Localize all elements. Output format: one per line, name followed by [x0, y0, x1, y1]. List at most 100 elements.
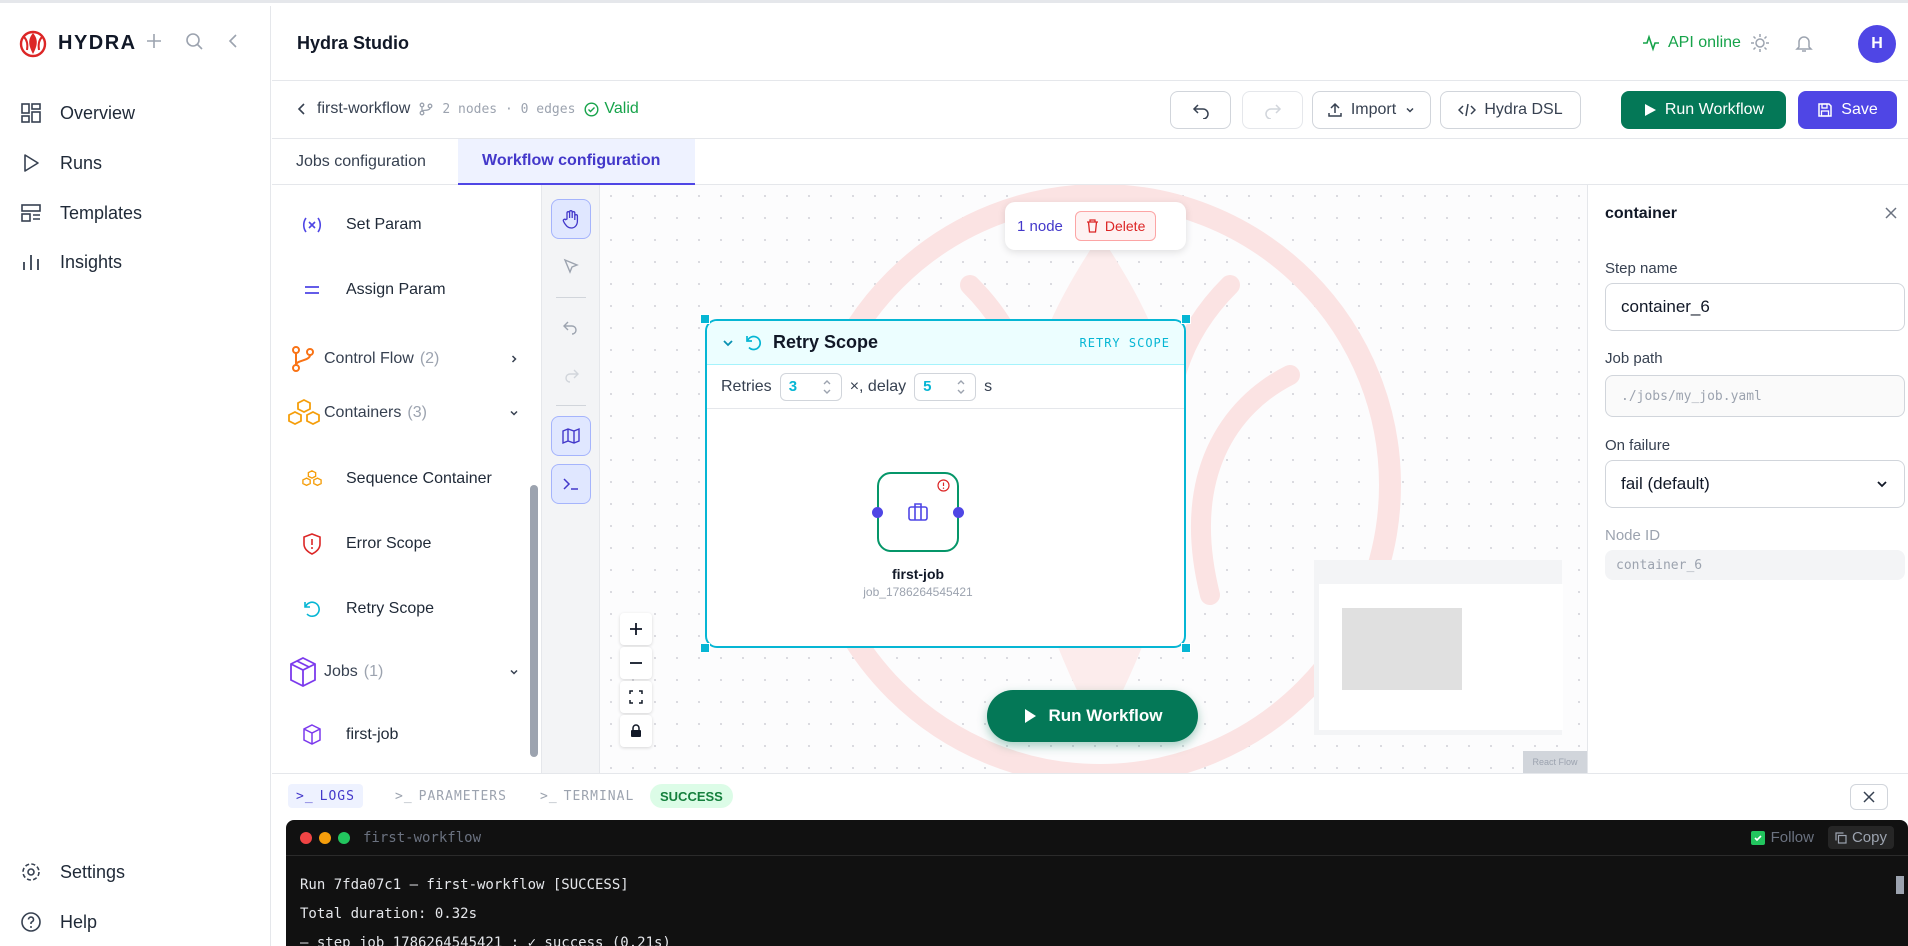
- plus-icon[interactable]: [145, 32, 163, 50]
- redo-button[interactable]: [1242, 91, 1303, 129]
- plus-icon: [630, 623, 642, 635]
- save-button[interactable]: Save: [1798, 91, 1897, 129]
- briefcase-icon: [907, 502, 929, 522]
- retries-stepper[interactable]: 3: [779, 372, 842, 401]
- delay-stepper[interactable]: 5: [914, 372, 977, 401]
- nav-item-templates[interactable]: Templates: [20, 202, 142, 224]
- sidebar-actions: [145, 32, 243, 50]
- select-tool-button[interactable]: [551, 247, 591, 287]
- zoom-out-button[interactable]: [620, 647, 652, 679]
- job-path-input[interactable]: ./jobs/my_job.yaml: [1605, 375, 1905, 417]
- palette-item-first-job[interactable]: first-job: [302, 724, 398, 745]
- palette-group-jobs[interactable]: Jobs (1): [288, 656, 538, 688]
- lock-button[interactable]: [620, 715, 652, 747]
- tab-label: LOGS: [319, 788, 355, 804]
- nav-item-help[interactable]: Help: [20, 911, 97, 933]
- resize-handle[interactable]: [1181, 643, 1191, 653]
- zoom-controls: [620, 613, 652, 747]
- rotate-ccw-icon: [302, 599, 322, 619]
- resize-handle[interactable]: [700, 643, 710, 653]
- fullscreen-icon: [629, 690, 643, 704]
- close-panel-button[interactable]: [1850, 784, 1888, 810]
- palette-item-sequence-container[interactable]: Sequence Container: [302, 469, 492, 489]
- terminal-toggle-button[interactable]: [551, 464, 591, 504]
- minimap-node: [1342, 608, 1462, 690]
- resize-handle[interactable]: [700, 314, 710, 324]
- fit-view-button[interactable]: [620, 681, 652, 713]
- undo-icon: [563, 319, 579, 335]
- theme-toggle-icon[interactable]: [1750, 33, 1770, 53]
- retries-label: Retries: [721, 377, 772, 395]
- terminal-scrollbar[interactable]: [1896, 876, 1904, 894]
- palette-group-control-flow[interactable]: Control Flow (2): [288, 344, 538, 374]
- workflow-toolbar: first-workflow 2 nodes · 0 edges Valid I…: [272, 81, 1908, 139]
- group-label: Jobs: [324, 663, 358, 680]
- import-button[interactable]: Import: [1312, 91, 1431, 129]
- palette-item-set-param[interactable]: Set Param: [302, 215, 422, 235]
- close-icon[interactable]: [1885, 207, 1897, 219]
- check-circle-icon: [584, 101, 599, 117]
- stepper-arrows-icon[interactable]: [955, 377, 967, 397]
- job-node[interactable]: [877, 472, 959, 552]
- tab-label: TERMINAL: [563, 788, 635, 804]
- redo-icon: [563, 367, 579, 383]
- undo-button[interactable]: [551, 307, 591, 347]
- output-port[interactable]: [953, 507, 964, 518]
- nav-item-overview[interactable]: Overview: [20, 102, 135, 124]
- package-icon: [288, 656, 318, 688]
- dashboard-icon: [20, 102, 42, 124]
- workflow-name[interactable]: first-workflow: [317, 100, 410, 118]
- workflow-canvas[interactable]: 1 node Delete Retry Scope RETRY SCOPE Re…: [600, 185, 1587, 773]
- panel-title: container: [1605, 205, 1678, 222]
- palette-item-assign-param[interactable]: Assign Param: [302, 280, 446, 300]
- undo-button[interactable]: [1170, 91, 1231, 129]
- brand[interactable]: HYDRA: [18, 28, 137, 58]
- hydra-dsl-button[interactable]: Hydra DSL: [1440, 91, 1581, 129]
- top-header: Hydra Studio API online H: [272, 6, 1908, 81]
- canvas-toolrail: [542, 185, 600, 773]
- attribution-label[interactable]: React Flow: [1523, 751, 1587, 773]
- gear-icon: [20, 861, 42, 883]
- input-port[interactable]: [872, 507, 883, 518]
- tab-workflow-configuration[interactable]: Workflow configuration: [458, 139, 695, 185]
- tab-terminal[interactable]: >_ TERMINAL: [532, 784, 642, 808]
- avatar[interactable]: H: [1858, 25, 1896, 63]
- tab-jobs-configuration[interactable]: Jobs configuration: [272, 139, 450, 185]
- log-line: — step job_1786264545421 : ✓ success (0.…: [300, 935, 671, 946]
- run-workflow-button[interactable]: Run Workflow: [1621, 91, 1786, 129]
- collapse-sidebar-icon[interactable]: [225, 32, 243, 50]
- pan-tool-button[interactable]: [551, 199, 591, 239]
- nav-item-settings[interactable]: Settings: [20, 861, 125, 883]
- stepper-arrows-icon[interactable]: [821, 377, 833, 397]
- chevron-right-icon: [508, 353, 520, 365]
- tab-logs[interactable]: >_ LOGS: [288, 784, 363, 808]
- tab-parameters[interactable]: >_ PARAMETERS: [387, 784, 515, 808]
- search-icon[interactable]: [185, 32, 203, 50]
- palette-scrollbar[interactable]: [530, 485, 538, 757]
- redo-button[interactable]: [551, 355, 591, 395]
- minimap-toggle-button[interactable]: [551, 416, 591, 456]
- zoom-in-button[interactable]: [620, 613, 652, 645]
- palette-item-label: Set Param: [346, 216, 422, 233]
- run-workflow-floating-button[interactable]: Run Workflow: [987, 690, 1198, 742]
- nav-item-insights[interactable]: Insights: [20, 251, 122, 273]
- palette-item-retry-scope[interactable]: Retry Scope: [302, 599, 434, 619]
- valid-status: Valid: [584, 100, 639, 118]
- group-count: (3): [407, 404, 427, 421]
- delete-button[interactable]: Delete: [1074, 211, 1157, 241]
- follow-toggle[interactable]: Follow: [1750, 829, 1814, 846]
- minimap[interactable]: [1314, 560, 1563, 735]
- copy-icon: [1835, 831, 1847, 844]
- resize-handle[interactable]: [1181, 314, 1191, 324]
- palette-item-error-scope[interactable]: Error Scope: [302, 533, 431, 555]
- nav-item-runs[interactable]: Runs: [20, 152, 102, 174]
- bell-icon[interactable]: [1794, 33, 1814, 53]
- copy-button[interactable]: Copy: [1827, 826, 1894, 849]
- palette-group-containers[interactable]: Containers (3): [288, 398, 538, 428]
- back-chevron-icon[interactable]: [296, 102, 308, 116]
- alert-circle-icon: [937, 479, 950, 492]
- delay-unit: s: [984, 377, 993, 395]
- step-name-input[interactable]: container_6: [1605, 283, 1905, 331]
- on-failure-select[interactable]: fail (default): [1605, 460, 1905, 508]
- chevron-down-icon[interactable]: [721, 336, 735, 350]
